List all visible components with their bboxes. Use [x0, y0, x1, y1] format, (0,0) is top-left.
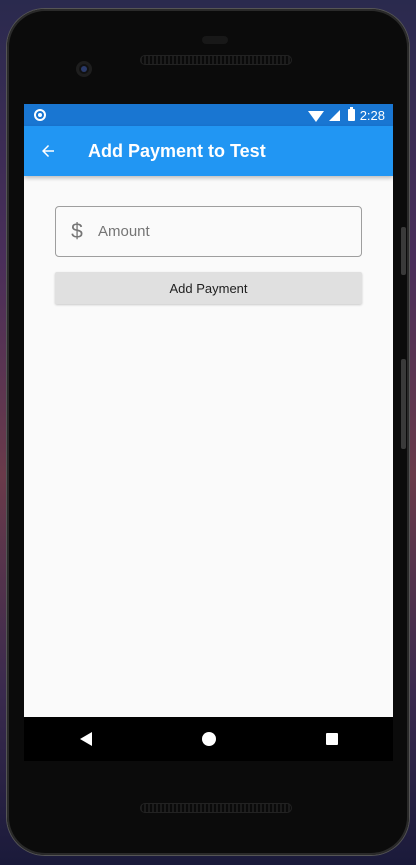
back-button[interactable] — [24, 126, 72, 176]
top-speaker-grille — [140, 55, 292, 65]
status-time: 2:28 — [359, 107, 385, 123]
dollar-icon: $ — [71, 219, 83, 243]
app-bar: Add Payment to Test — [24, 126, 393, 176]
status-bar: 2:28 — [24, 104, 393, 126]
notification-icon — [34, 109, 46, 121]
wifi-icon — [307, 110, 324, 122]
cell-signal-icon — [328, 109, 340, 121]
system-nav-bar — [24, 717, 393, 761]
payment-form: $ Add Payment — [24, 176, 393, 304]
amount-input[interactable] — [98, 223, 361, 240]
nav-recents-button[interactable] — [312, 719, 352, 759]
add-payment-button[interactable]: Add Payment — [55, 272, 362, 304]
nav-home-icon — [201, 732, 216, 746]
front-camera-icon — [76, 61, 92, 77]
amount-field[interactable]: $ — [55, 206, 362, 257]
nav-back-button[interactable] — [66, 719, 106, 759]
phone-earpiece-notch — [202, 36, 228, 44]
nav-home-button[interactable] — [189, 719, 229, 759]
battery-icon — [347, 107, 355, 121]
arrow-back-icon — [42, 145, 54, 157]
nav-back-icon — [79, 732, 92, 746]
power-button — [401, 359, 406, 449]
nav-recents-icon — [325, 733, 338, 745]
volume-button — [401, 227, 406, 275]
app-screen: 2:28 Add Payment to Test $ Add Payment — [24, 104, 393, 717]
bottom-speaker-grille — [140, 803, 292, 813]
page-title: Add Payment to Test — [88, 140, 266, 161]
status-indicators: 2:28 — [307, 107, 385, 123]
